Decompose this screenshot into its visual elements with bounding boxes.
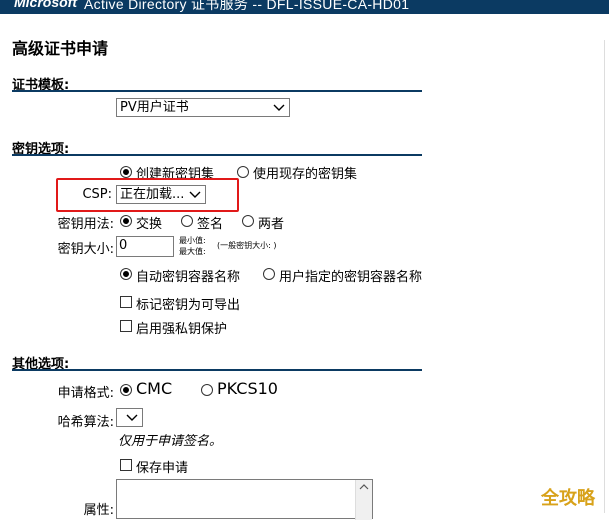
csp-label: CSP: xyxy=(82,187,112,202)
strong-protection-checkbox[interactable] xyxy=(120,320,132,332)
exportable-checkbox[interactable] xyxy=(120,296,132,308)
brand-logo: Microsoft xyxy=(14,0,77,10)
strong-protection-label: 启用强私钥保护 xyxy=(136,322,228,337)
key-size-input[interactable]: 0 xyxy=(116,236,174,257)
key-size-min: 最小值: xyxy=(179,236,206,245)
container-user-radio[interactable] xyxy=(263,268,275,280)
usage-both-radio[interactable] xyxy=(242,215,254,227)
cert-template-select[interactable]: PV用户证书 xyxy=(116,98,290,117)
watermark-logo: 全攻略 xyxy=(541,488,595,509)
exportable-label: 标记密钥为可导出 xyxy=(136,298,241,313)
hash-note: 仅用于申请签名。 xyxy=(118,434,223,449)
divider xyxy=(604,40,605,513)
key-size-max: 最大值: xyxy=(179,247,206,256)
key-usage-label: 密钥用法: xyxy=(57,217,114,232)
key-size-label: 密钥大小: xyxy=(57,242,114,257)
attributes-textarea[interactable] xyxy=(116,479,373,520)
csp-select[interactable]: 正在加载... xyxy=(116,185,206,204)
format-cmc-label: CMC xyxy=(136,379,173,398)
chevron-down-icon xyxy=(189,191,201,198)
container-user-label: 用户指定的密钥容器名称 xyxy=(279,270,423,285)
csp-value: 正在加载... xyxy=(120,187,185,202)
key-size-hint: (一般密钥大小: ) xyxy=(217,241,277,250)
scrollbar[interactable] xyxy=(355,480,372,520)
divider xyxy=(12,154,422,156)
page-title: 高级证书申请 xyxy=(12,39,109,58)
usage-both-label: 两者 xyxy=(258,217,285,232)
container-auto-radio[interactable] xyxy=(120,268,132,280)
hash-algorithm-select[interactable] xyxy=(116,408,143,427)
container-auto-label: 自动密钥容器名称 xyxy=(136,270,241,285)
divider xyxy=(12,90,422,92)
keyset-new-radio[interactable] xyxy=(120,166,132,178)
attributes-label: 属性: xyxy=(83,503,114,518)
cert-template-value: PV用户证书 xyxy=(120,100,189,115)
keyset-existing-label: 使用现存的密钥集 xyxy=(253,167,358,182)
format-pkcs10-label: PKCS10 xyxy=(217,379,278,398)
usage-exchange-label: 交换 xyxy=(136,217,163,232)
divider xyxy=(12,369,422,371)
usage-signature-label: 签名 xyxy=(197,217,224,232)
request-format-label: 申请格式: xyxy=(57,386,114,401)
keyset-existing-radio[interactable] xyxy=(237,166,249,178)
hash-algorithm-label: 哈希算法: xyxy=(57,415,114,430)
save-request-checkbox[interactable] xyxy=(120,459,132,471)
scroll-up-icon[interactable] xyxy=(359,483,369,491)
format-pkcs10-radio[interactable] xyxy=(201,384,213,396)
usage-exchange-radio[interactable] xyxy=(120,215,132,227)
chevron-down-icon xyxy=(273,104,285,111)
chevron-down-icon xyxy=(126,414,138,421)
usage-signature-radio[interactable] xyxy=(181,215,193,227)
banner-title: Active Directory 证书服务 -- DFL-ISSUE-CA-HD… xyxy=(84,0,410,12)
app-banner: Microsoft Active Directory 证书服务 -- DFL-I… xyxy=(0,0,609,14)
format-cmc-radio[interactable] xyxy=(120,384,132,396)
save-request-label: 保存申请 xyxy=(136,461,189,476)
